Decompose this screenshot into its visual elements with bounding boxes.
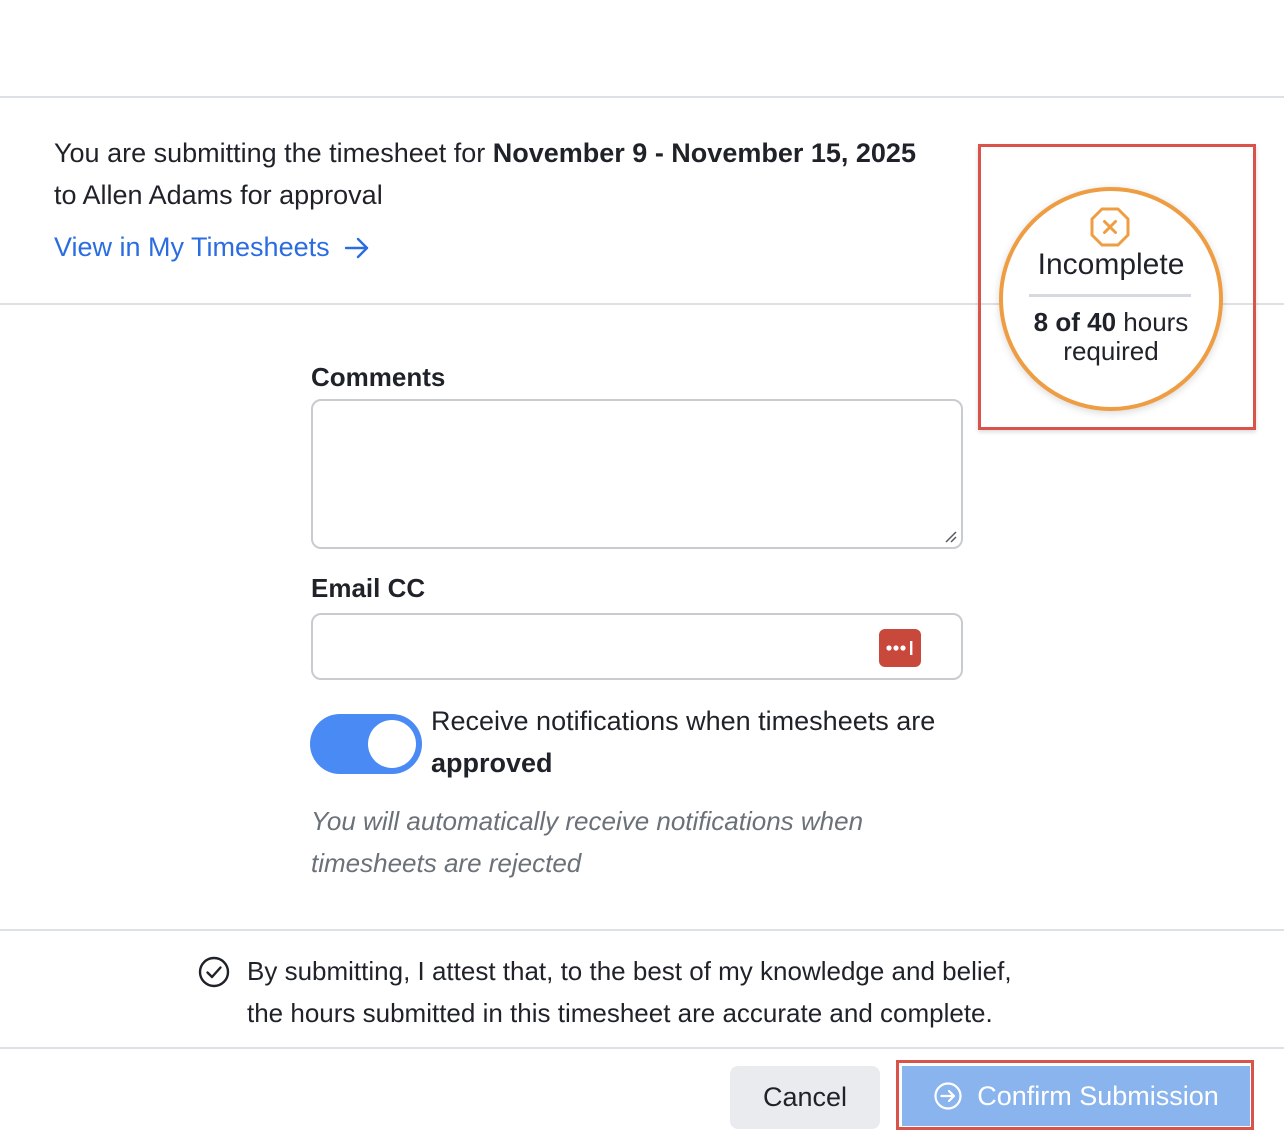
cancel-button[interactable]: Cancel xyxy=(730,1066,880,1129)
comments-label: Comments xyxy=(311,362,446,392)
status-title: Incomplete xyxy=(1037,248,1185,281)
hours-summary: 8 of 40 hours required xyxy=(999,308,1223,366)
view-in-my-timesheets-link[interactable]: View in My Timesheets xyxy=(54,232,370,263)
auto-notification-note: You will automatically receive notificat… xyxy=(311,806,864,878)
arrow-circle-right-icon xyxy=(934,1082,962,1110)
status-divider xyxy=(1029,294,1191,297)
hours-unit: hours xyxy=(1116,307,1189,337)
attestation-text: By submitting, I attest that, to the bes… xyxy=(247,950,1107,1034)
date-range: November 9 - November 15, 2025 xyxy=(492,138,916,168)
footer-divider xyxy=(0,1047,1284,1049)
attestation-line-2: the hours submitted in this timesheet ar… xyxy=(247,998,993,1028)
notifications-bold-text: approved xyxy=(431,748,553,778)
hours-count: 8 of 40 xyxy=(1033,307,1117,337)
arrow-right-icon xyxy=(344,237,368,258)
summary-prefix: You are submitting the timesheet for xyxy=(54,138,493,168)
notifications-toggle[interactable] xyxy=(310,714,422,774)
submission-summary: You are submitting the timesheet for Nov… xyxy=(54,132,954,216)
view-link-label: View in My Timesheets xyxy=(54,232,330,262)
email-cc-label: Email CC xyxy=(311,573,426,603)
approver-text: to Allen Adams for approval xyxy=(54,180,383,210)
toggle-knob xyxy=(368,720,416,768)
attestation-line-1: By submitting, I attest that, to the bes… xyxy=(247,956,1012,986)
form-divider xyxy=(0,929,1284,931)
notifications-text: Receive notifications when timesheets ar… xyxy=(431,706,936,736)
email-cc-input[interactable] xyxy=(311,613,963,680)
hours-required-text: required xyxy=(1063,336,1159,366)
password-manager-icon[interactable] xyxy=(879,629,921,667)
octagon-x-icon xyxy=(1090,207,1130,247)
check-circle-icon xyxy=(198,956,230,988)
top-divider xyxy=(0,96,1284,98)
confirm-submission-button[interactable]: Confirm Submission xyxy=(902,1066,1250,1126)
comments-textarea[interactable] xyxy=(311,399,963,549)
notifications-label: Receive notifications when timesheets ar… xyxy=(431,700,971,784)
confirm-submission-label: Confirm Submission xyxy=(977,1080,1219,1111)
resize-grip-icon[interactable] xyxy=(943,529,957,543)
